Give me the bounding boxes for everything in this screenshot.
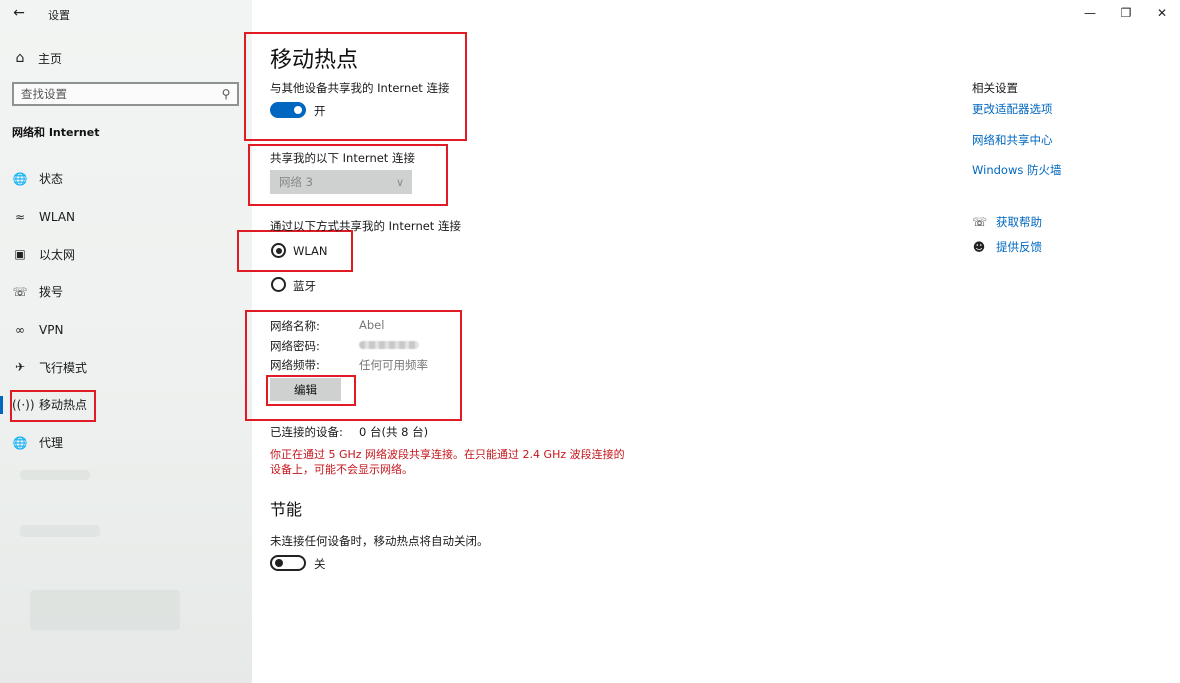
- main-content: 移动热点 与其他设备共享我的 Internet 连接 开 共享我的以下 Inte…: [237, 0, 1180, 683]
- airplane-icon: ✈: [14, 360, 26, 375]
- sidebar-item-wlan[interactable]: ≈ WLAN: [0, 198, 252, 236]
- search-icon[interactable]: ⚲: [215, 87, 237, 101]
- sidebar-item-label: VPN: [39, 322, 64, 337]
- network-name-value: Abel: [359, 318, 385, 332]
- power-saving-label: 未连接任何设备时，移动热点将自动关闭。: [270, 534, 489, 548]
- radio-bluetooth[interactable]: [271, 277, 286, 292]
- highlight-box: [10, 390, 96, 423]
- give-feedback-label: 提供反馈: [996, 240, 1042, 254]
- blurred-patch: [30, 590, 180, 630]
- link-windows-firewall[interactable]: Windows 防火墙: [972, 162, 1062, 178]
- back-arrow-icon[interactable]: ←: [8, 3, 30, 23]
- network-band-value: 任何可用频率: [359, 358, 428, 372]
- sidebar-item-label: WLAN: [39, 209, 76, 224]
- blurred-patch: [20, 470, 90, 480]
- help-chat-icon: ☏: [972, 215, 988, 229]
- dialup-icon: ☏: [12, 284, 28, 299]
- share-from-label: 共享我的以下 Internet 连接: [270, 151, 415, 165]
- link-adapter-options[interactable]: 更改适配器选项: [972, 101, 1053, 117]
- section-title: 网络和 Internet: [12, 126, 100, 139]
- sidebar-nav: 🌐 状态 ≈ WLAN ▣ 以太网 ☏ 拨号 ∞ VPN ✈ 飞行模式 ((·)…: [0, 160, 252, 462]
- search-placeholder: 查找设置: [21, 87, 67, 101]
- share-toggle[interactable]: [270, 102, 306, 118]
- chevron-down-icon: ∨: [395, 175, 405, 189]
- radio-wlan[interactable]: [271, 243, 286, 258]
- share-label: 与其他设备共享我的 Internet 连接: [270, 81, 450, 95]
- feedback-person-icon: ☻: [972, 240, 986, 254]
- dropdown-value: 网络 3: [279, 175, 313, 189]
- wifi-icon: ≈: [14, 209, 26, 224]
- power-saving-toggle[interactable]: [270, 555, 306, 571]
- sidebar-item-label: 以太网: [39, 247, 76, 262]
- sidebar-item-label: 状态: [39, 172, 64, 187]
- sidebar-item-label: 飞行模式: [39, 360, 88, 375]
- password-mask: [359, 341, 419, 349]
- link-network-sharing-center[interactable]: 网络和共享中心: [972, 132, 1053, 148]
- sidebar-item-ethernet[interactable]: ▣ 以太网: [0, 235, 252, 273]
- connected-devices-value: 0 台(共 8 台): [359, 425, 429, 439]
- sidebar-item-airplane[interactable]: ✈ 飞行模式: [0, 348, 252, 386]
- app-title: 设置: [48, 9, 70, 22]
- globe-status-icon: 🌐: [12, 171, 28, 186]
- related-settings-title: 相关设置: [972, 81, 1018, 95]
- band-warning: 你正在通过 5 GHz 网络波段共享连接。在只能通过 2.4 GHz 波段连接的…: [270, 448, 625, 476]
- home-icon: ⌂: [15, 50, 25, 66]
- power-saving-title: 节能: [270, 500, 303, 519]
- sidebar-item-status[interactable]: 🌐 状态: [0, 160, 252, 198]
- active-indicator: [0, 396, 3, 415]
- search-input[interactable]: 查找设置 ⚲: [12, 82, 239, 106]
- sidebar-item-label: 拨号: [39, 285, 64, 300]
- sidebar-item-vpn[interactable]: ∞ VPN: [0, 311, 252, 349]
- page-title: 移动热点: [270, 48, 359, 73]
- share-over-label: 通过以下方式共享我的 Internet 连接: [270, 219, 461, 233]
- toggle-knob: [294, 106, 302, 114]
- sidebar: ← 设置 ⌂ 主页 查找设置 ⚲ 网络和 Internet 🌐 状态 ≈ WLA…: [0, 0, 252, 683]
- sidebar-item-home[interactable]: ⌂ 主页: [12, 47, 242, 69]
- network-band-key: 网络频带:: [270, 358, 320, 372]
- vpn-icon: ∞: [15, 322, 25, 337]
- network-password-key: 网络密码:: [270, 339, 320, 353]
- ethernet-icon: ▣: [14, 247, 26, 262]
- share-from-dropdown[interactable]: 网络 3 ∨: [270, 170, 412, 194]
- radio-bluetooth-label: 蓝牙: [293, 279, 316, 293]
- network-name-key: 网络名称:: [270, 319, 320, 333]
- get-help-link[interactable]: ☏ 获取帮助: [972, 214, 1042, 230]
- proxy-globe-icon: 🌐: [12, 435, 28, 450]
- edit-button[interactable]: 编辑: [270, 378, 341, 401]
- sidebar-item-label: 主页: [38, 51, 63, 66]
- share-toggle-state: 开: [314, 104, 326, 118]
- sidebar-item-proxy[interactable]: 🌐 代理: [0, 424, 252, 462]
- sidebar-item-label: 代理: [39, 436, 64, 451]
- radio-wlan-label: WLAN: [293, 244, 328, 258]
- blurred-patch: [20, 525, 100, 537]
- get-help-label: 获取帮助: [996, 215, 1042, 229]
- sidebar-item-hotspot[interactable]: ((·)) 移动热点: [0, 386, 252, 424]
- give-feedback-link[interactable]: ☻ 提供反馈: [972, 239, 1042, 255]
- toggle-knob: [275, 559, 283, 567]
- power-saving-toggle-state: 关: [314, 557, 326, 571]
- sidebar-item-dialup[interactable]: ☏ 拨号: [0, 273, 252, 311]
- connected-devices-key: 已连接的设备:: [270, 425, 343, 439]
- title-bar: ← 设置: [0, 0, 252, 28]
